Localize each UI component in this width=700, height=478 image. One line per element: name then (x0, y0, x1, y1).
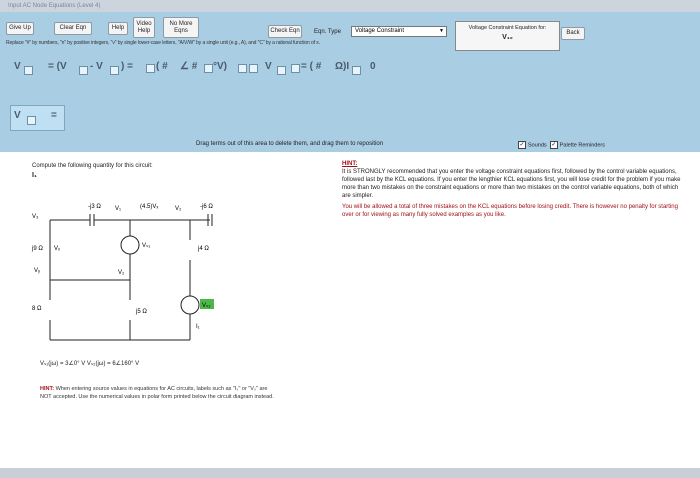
hint-left: HINT: When entering source values in equ… (40, 386, 280, 401)
eq-token-5[interactable]: ( # (156, 61, 168, 72)
eqn-type-select[interactable]: Voltage Constraint ▼ (351, 26, 447, 37)
eq-token-10[interactable]: Ω)I (335, 61, 349, 72)
label-vs2: Vₛ₂ (202, 303, 211, 309)
label-ind4: j4 Ω (197, 246, 209, 252)
chevron-down-icon: ▼ (439, 28, 444, 34)
check-eqn-button[interactable]: Check Eqn (268, 25, 302, 38)
equation-row-2[interactable]: V = (10, 105, 65, 131)
eq-subscript-slot[interactable] (277, 66, 286, 75)
no-more-eqns-button[interactable]: No More Eqns (163, 17, 199, 38)
constraint-equation-var: V₁₂ (502, 34, 513, 41)
instructions: Replace "#" by numbers, "n" by positive … (6, 40, 320, 46)
eq-term-slot[interactable] (146, 64, 155, 73)
equation-panel: Give Up Clear Eqn Help Video Help No Mor… (0, 12, 700, 152)
eq-token-3[interactable]: - V (90, 61, 103, 72)
hint-right-p1: It is STRONGLY recommended that you ente… (342, 169, 681, 199)
row2-token-v[interactable]: V (14, 110, 21, 121)
hint-left-text: When entering source values in equations… (40, 386, 274, 400)
label-dep: (4.5)Vₓ (140, 204, 158, 210)
eq-token-9[interactable]: = ( # (301, 61, 321, 72)
palette-label: Palette Reminders (559, 142, 605, 149)
eq-subscript-slot[interactable] (352, 66, 361, 75)
label-vz: V₂ (118, 270, 125, 276)
eq-token-4[interactable]: ) = (121, 61, 133, 72)
label-vs1: Vₛ₁ (142, 243, 150, 249)
label-v2: V₂ (175, 206, 182, 212)
eq-subscript-slot[interactable] (110, 66, 119, 75)
eq-subscript-slot[interactable] (24, 66, 33, 75)
eq-subscript-slot[interactable] (27, 116, 36, 125)
label-r8: 8 Ω (32, 306, 42, 312)
label-cap2: -j6 Ω (200, 204, 213, 210)
drag-message: Drag terms out of this area to delete th… (196, 141, 384, 147)
palette-checkbox[interactable]: ✓ (549, 141, 558, 149)
eqn-type-label: Eqn. Type (314, 29, 341, 35)
label-ind9: j9 Ω (31, 246, 43, 252)
eq-subscript-slot[interactable] (79, 66, 88, 75)
eq-token-2[interactable]: = (V (48, 61, 67, 72)
help-button[interactable]: Help (108, 22, 128, 35)
sounds-label: Sounds (528, 142, 547, 149)
circuit-diagram: -j3 Ω V₁ (4.5)Vₓ V₂ -j6 Ω V₃ j9 Ω Vₓ Vₛ₁… (31, 204, 214, 341)
constraint-equation-box: Voltage Constraint Equation for: V₁₂ (455, 21, 560, 51)
label-i1: I₁ (196, 324, 200, 330)
eq-term-slot[interactable] (249, 64, 258, 73)
eq-term-slot[interactable] (238, 64, 247, 73)
label-cap: -j3 Ω (88, 204, 101, 210)
source-values: Vₛ₁(jω) = 3∠0° V Vₛ₂(jω) = 6∠160° V (40, 361, 140, 367)
back-button[interactable]: Back (561, 27, 585, 40)
eq-token-11[interactable]: 0 (370, 61, 376, 72)
video-help-button[interactable]: Video Help (133, 17, 155, 38)
hint-left-label: HINT: (40, 386, 55, 392)
bottom-bar (0, 468, 700, 478)
eq-term-slot[interactable] (204, 64, 213, 73)
hint-right: HINT: It is STRONGLY recommended that yo… (342, 160, 682, 219)
window-title: Input AC Node Equations (Level 4) (0, 0, 700, 12)
problem-quantity: I₁ (32, 172, 37, 179)
constraint-equation-title: Voltage Constraint Equation for: (468, 25, 547, 31)
eq-term-slot[interactable] (291, 64, 300, 73)
hint-right-label: HINT: (342, 161, 358, 167)
label-vy: Vᵧ (34, 268, 40, 274)
eq-token-6[interactable]: ∠ # (180, 61, 197, 72)
label-v1: V₁ (115, 206, 121, 212)
row2-token-eq[interactable]: = (51, 110, 57, 121)
label-r5: j5 Ω (135, 309, 147, 315)
options: ✓ Sounds ✓ Palette Reminders (518, 141, 605, 149)
eq-token-8[interactable]: V (265, 61, 272, 72)
eq-token-7[interactable]: °V) (213, 61, 227, 72)
eqn-type-value: Voltage Constraint (355, 28, 405, 34)
label-vx: Vₓ (54, 246, 60, 252)
problem-prompt: Compute the following quantity for this … (32, 163, 153, 169)
clear-eqn-button[interactable]: Clear Eqn (54, 22, 92, 35)
sounds-checkbox[interactable]: ✓ (518, 141, 526, 149)
hint-right-p2: You will be allowed a total of three mis… (342, 204, 678, 218)
eq-token-1[interactable]: V (14, 61, 21, 72)
label-v3: V₃ (32, 214, 39, 220)
give-up-button[interactable]: Give Up (6, 22, 34, 35)
